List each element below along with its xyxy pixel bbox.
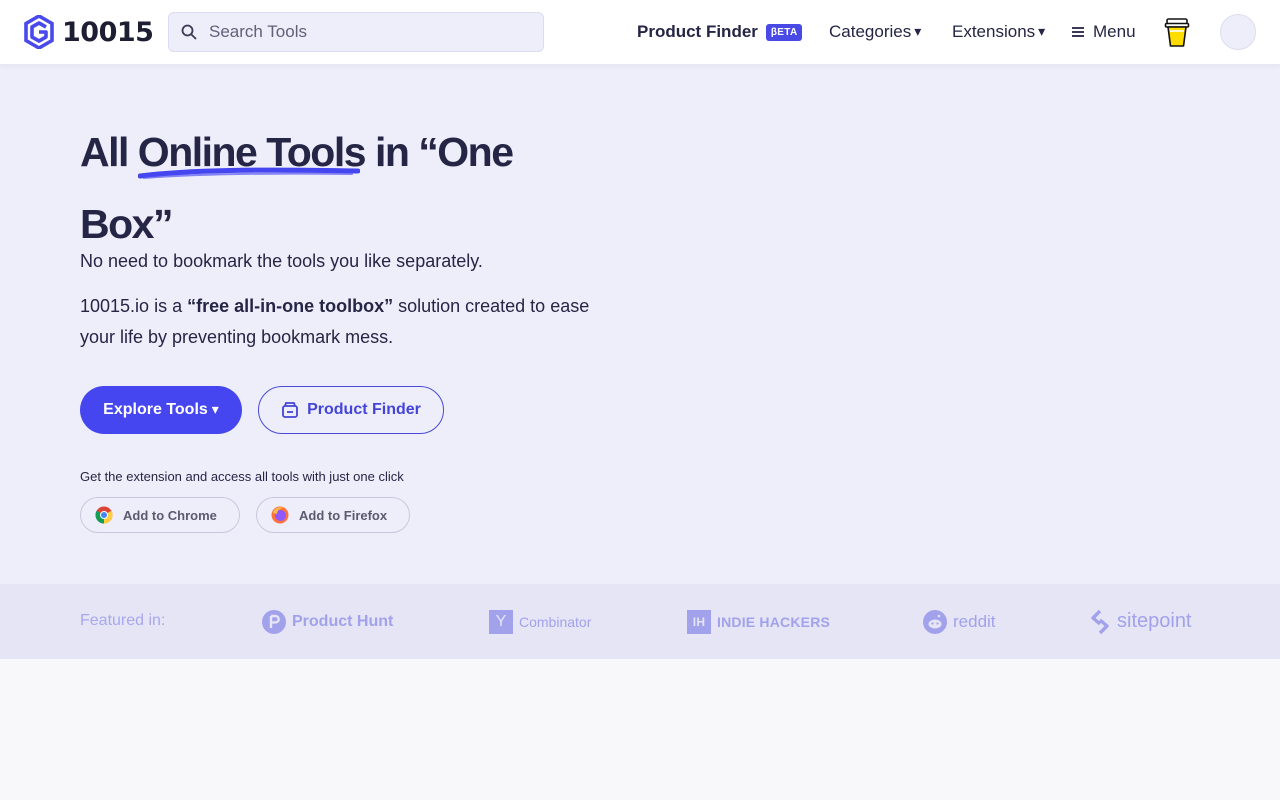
- add-to-chrome-button[interactable]: Add to Chrome: [80, 497, 240, 533]
- nav-product-finder-label: Product Finder: [637, 22, 758, 41]
- nav-categories[interactable]: Categories ▾: [829, 0, 921, 64]
- firefox-icon: [271, 506, 289, 524]
- extension-note: Get the extension and access all tools w…: [80, 469, 404, 484]
- indie-hackers-logo[interactable]: IH INDIE HACKERS: [687, 584, 830, 659]
- product-finder-button[interactable]: Product Finder: [258, 386, 444, 434]
- logo-text: 10015: [62, 16, 154, 48]
- reddit-logo[interactable]: reddit: [923, 584, 996, 659]
- beta-badge: βETA: [765, 23, 803, 41]
- avatar[interactable]: [1220, 14, 1256, 50]
- nav-extensions-label: Extensions: [952, 22, 1036, 41]
- nav-menu[interactable]: Menu: [1071, 0, 1136, 64]
- logo[interactable]: 10015: [24, 15, 154, 49]
- hero-section: All Online Tools in “One Box” No need to…: [0, 64, 1280, 584]
- hero-paragraph-1: No need to bookmark the tools you like s…: [80, 251, 483, 271]
- nav-menu-label: Menu: [1093, 22, 1136, 41]
- sitepoint-logo[interactable]: sitepoint: [1089, 584, 1192, 659]
- box-icon: [282, 402, 299, 418]
- featured-label: Featured in:: [80, 612, 166, 629]
- product-hunt-logo[interactable]: Product Hunt: [262, 584, 393, 659]
- featured-in-section: Featured in: Product Hunt Y Combinator I…: [0, 584, 1280, 659]
- indie-hackers-icon: IH: [687, 609, 711, 634]
- search-icon: [181, 24, 197, 40]
- chrome-icon: [95, 506, 113, 524]
- title-highlight: Online Tools: [137, 116, 367, 188]
- product-hunt-icon: [262, 609, 286, 634]
- title-pre: All: [80, 129, 138, 175]
- chevron-down-icon: ▾: [211, 402, 219, 418]
- hamburger-icon: [1072, 27, 1084, 37]
- reddit-icon: [923, 609, 947, 634]
- chevron-down-icon: ▾: [914, 24, 922, 40]
- chevron-down-icon: ▾: [1038, 24, 1046, 40]
- nav-product-finder[interactable]: Product Finder βETA: [637, 0, 803, 64]
- sitepoint-icon: [1091, 609, 1109, 634]
- hero-paragraph-2: 10015.io is a “free all-in-one toolbox” …: [80, 296, 590, 347]
- add-to-firefox-button[interactable]: Add to Firefox: [256, 497, 410, 533]
- page-title: All Online Tools in “One Box”: [80, 116, 560, 260]
- site-header: 10015 Product Finder βETA Categories ▾ E…: [0, 0, 1280, 64]
- search-box[interactable]: [168, 12, 544, 52]
- logo-icon: [24, 15, 54, 49]
- search-input[interactable]: [169, 13, 543, 51]
- buy-me-coffee-icon[interactable]: [1164, 16, 1190, 53]
- nav-categories-label: Categories: [829, 22, 912, 41]
- ycombinator-icon: Y: [489, 609, 513, 634]
- nav-extensions[interactable]: Extensions ▾: [952, 0, 1045, 64]
- explore-tools-button[interactable]: Explore Tools ▾: [80, 386, 242, 434]
- ycombinator-logo[interactable]: Y Combinator: [489, 584, 591, 659]
